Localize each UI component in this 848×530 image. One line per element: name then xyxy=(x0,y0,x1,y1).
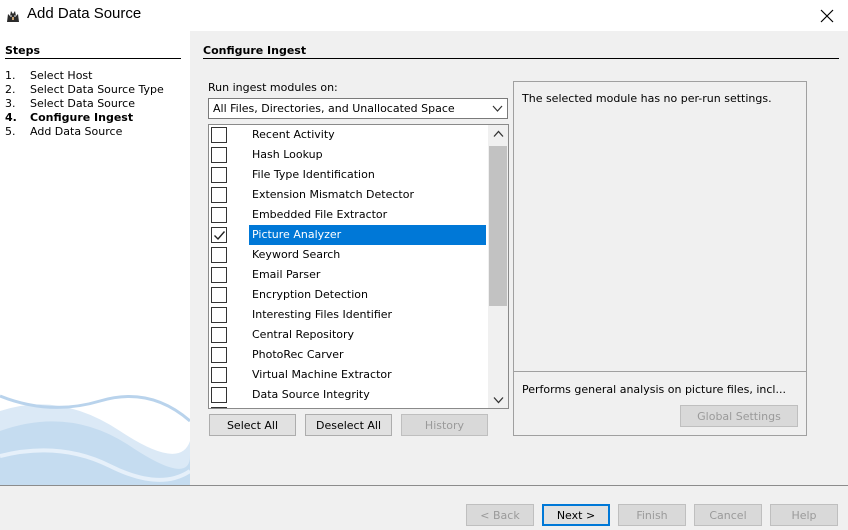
cancel-button[interactable]: Cancel xyxy=(694,504,762,526)
select-all-button[interactable]: Select All xyxy=(209,414,296,436)
close-icon xyxy=(820,9,834,22)
module-label[interactable]: Virtual Machine Extractor xyxy=(249,365,486,385)
step-item: 2. Select Data Source Type xyxy=(5,83,164,97)
module-checkbox[interactable] xyxy=(211,267,227,283)
module-row[interactable]: Central Repository xyxy=(209,325,489,345)
step-label: Configure Ingest xyxy=(30,111,134,124)
module-row[interactable]: Virtual Machine Extractor xyxy=(209,365,489,385)
module-label[interactable]: Extension Mismatch Detector xyxy=(249,185,486,205)
module-checkbox[interactable] xyxy=(211,387,227,403)
module-label[interactable]: File Type Identification xyxy=(249,165,486,185)
close-button[interactable] xyxy=(806,0,848,31)
title-bar: Add Data Source xyxy=(0,0,848,31)
step-number: 1. xyxy=(5,69,16,82)
module-row[interactable]: Encryption Detection xyxy=(209,285,489,305)
panel-divider xyxy=(203,58,839,59)
module-checkbox[interactable] xyxy=(211,147,227,163)
module-checkbox[interactable] xyxy=(211,167,227,183)
step-item: 5. Add Data Source xyxy=(5,125,164,139)
settings-message: The selected module has no per-run setti… xyxy=(522,92,772,105)
module-row[interactable]: Embedded File Extractor xyxy=(209,205,489,225)
module-row[interactable]: Email Parser xyxy=(209,265,489,285)
module-checkbox[interactable] xyxy=(211,407,227,408)
decorative-swoosh xyxy=(0,394,190,485)
module-label[interactable]: Data Source Integrity xyxy=(249,385,486,405)
module-checkbox[interactable] xyxy=(211,207,227,223)
step-label: Select Data Source Type xyxy=(30,83,164,96)
window-title: Add Data Source xyxy=(27,5,142,22)
step-item-active: 4. Configure Ingest xyxy=(5,111,164,125)
module-row-partial[interactable] xyxy=(209,405,489,408)
module-label[interactable]: Interesting Files Identifier xyxy=(249,305,486,325)
module-row[interactable]: Interesting Files Identifier xyxy=(209,305,489,325)
scroll-up-button[interactable] xyxy=(488,125,508,142)
global-settings-button[interactable]: Global Settings xyxy=(680,405,798,427)
checkmark-icon xyxy=(214,231,226,241)
module-checkbox[interactable] xyxy=(211,127,227,143)
module-label[interactable]: Encryption Detection xyxy=(249,285,486,305)
steps-divider xyxy=(5,58,181,59)
module-row[interactable]: Recent Activity xyxy=(209,125,489,145)
module-list-scrollbar[interactable] xyxy=(488,125,508,408)
next-button[interactable]: Next > xyxy=(542,504,610,526)
steps-list: 1. Select Host 2. Select Data Source Type … xyxy=(5,69,164,139)
step-number: 4. xyxy=(5,111,17,124)
module-checkbox[interactable] xyxy=(211,287,227,303)
module-label[interactable]: Recent Activity xyxy=(249,125,486,145)
module-row[interactable]: Extension Mismatch Detector xyxy=(209,185,489,205)
module-row[interactable]: File Type Identification xyxy=(209,165,489,185)
module-label[interactable]: PhotoRec Carver xyxy=(249,345,486,365)
step-number: 2. xyxy=(5,83,16,96)
scroll-thumb[interactable] xyxy=(489,146,507,306)
run-modules-combobox[interactable]: All Files, Directories, and Unallocated … xyxy=(208,98,508,119)
module-checkbox[interactable] xyxy=(211,247,227,263)
wizard-nav-bar: < Back Next > Finish Cancel Help xyxy=(0,485,848,530)
steps-panel: Steps 1. Select Host 2. Select Data Source… xyxy=(0,31,190,485)
module-row[interactable]: Hash Lookup xyxy=(209,145,489,165)
help-button[interactable]: Help xyxy=(770,504,838,526)
settings-divider xyxy=(514,371,806,372)
scroll-down-button[interactable] xyxy=(488,391,508,408)
panel-title: Configure Ingest xyxy=(203,44,307,57)
step-label: Select Data Source xyxy=(30,97,135,110)
autopsy-dog-icon xyxy=(5,8,21,24)
combobox-value: All Files, Directories, and Unallocated … xyxy=(213,102,455,115)
finish-button[interactable]: Finish xyxy=(618,504,686,526)
module-row[interactable]: Keyword Search xyxy=(209,245,489,265)
deselect-all-button[interactable]: Deselect All xyxy=(305,414,392,436)
run-modules-label: Run ingest modules on: xyxy=(208,81,338,94)
module-row-selected[interactable]: Picture Analyzer xyxy=(209,225,489,245)
step-item: 1. Select Host xyxy=(5,69,164,83)
chevron-up-icon xyxy=(493,130,503,137)
module-row[interactable]: Data Source Integrity xyxy=(209,385,489,405)
module-checkbox-checked[interactable] xyxy=(211,227,227,243)
chevron-down-icon xyxy=(493,396,503,403)
back-button[interactable]: < Back xyxy=(466,504,534,526)
module-label[interactable]: Picture Analyzer xyxy=(249,225,486,245)
module-row[interactable]: PhotoRec Carver xyxy=(209,345,489,365)
step-number: 5. xyxy=(5,125,16,138)
step-label: Add Data Source xyxy=(30,125,123,138)
history-button[interactable]: History xyxy=(401,414,488,436)
step-number: 3. xyxy=(5,97,16,110)
module-settings-panel: The selected module has no per-run setti… xyxy=(513,81,807,436)
steps-title: Steps xyxy=(5,44,41,57)
ingest-module-list[interactable]: Recent Activity Hash Lookup File Type Id… xyxy=(208,124,509,409)
step-item: 3. Select Data Source xyxy=(5,97,164,111)
module-checkbox[interactable] xyxy=(211,347,227,363)
chevron-down-icon xyxy=(492,105,503,112)
module-description: Performs general analysis on picture fil… xyxy=(522,383,786,396)
module-checkbox[interactable] xyxy=(211,367,227,383)
module-label[interactable]: Hash Lookup xyxy=(249,145,486,165)
step-label: Select Host xyxy=(30,69,93,82)
module-label[interactable]: Embedded File Extractor xyxy=(249,205,486,225)
module-label[interactable]: Central Repository xyxy=(249,325,486,345)
configure-ingest-panel: Configure Ingest Run ingest modules on: … xyxy=(190,31,848,485)
module-checkbox[interactable] xyxy=(211,327,227,343)
module-label[interactable]: Keyword Search xyxy=(249,245,486,265)
module-checkbox[interactable] xyxy=(211,187,227,203)
module-label[interactable]: Email Parser xyxy=(249,265,486,285)
module-checkbox[interactable] xyxy=(211,307,227,323)
